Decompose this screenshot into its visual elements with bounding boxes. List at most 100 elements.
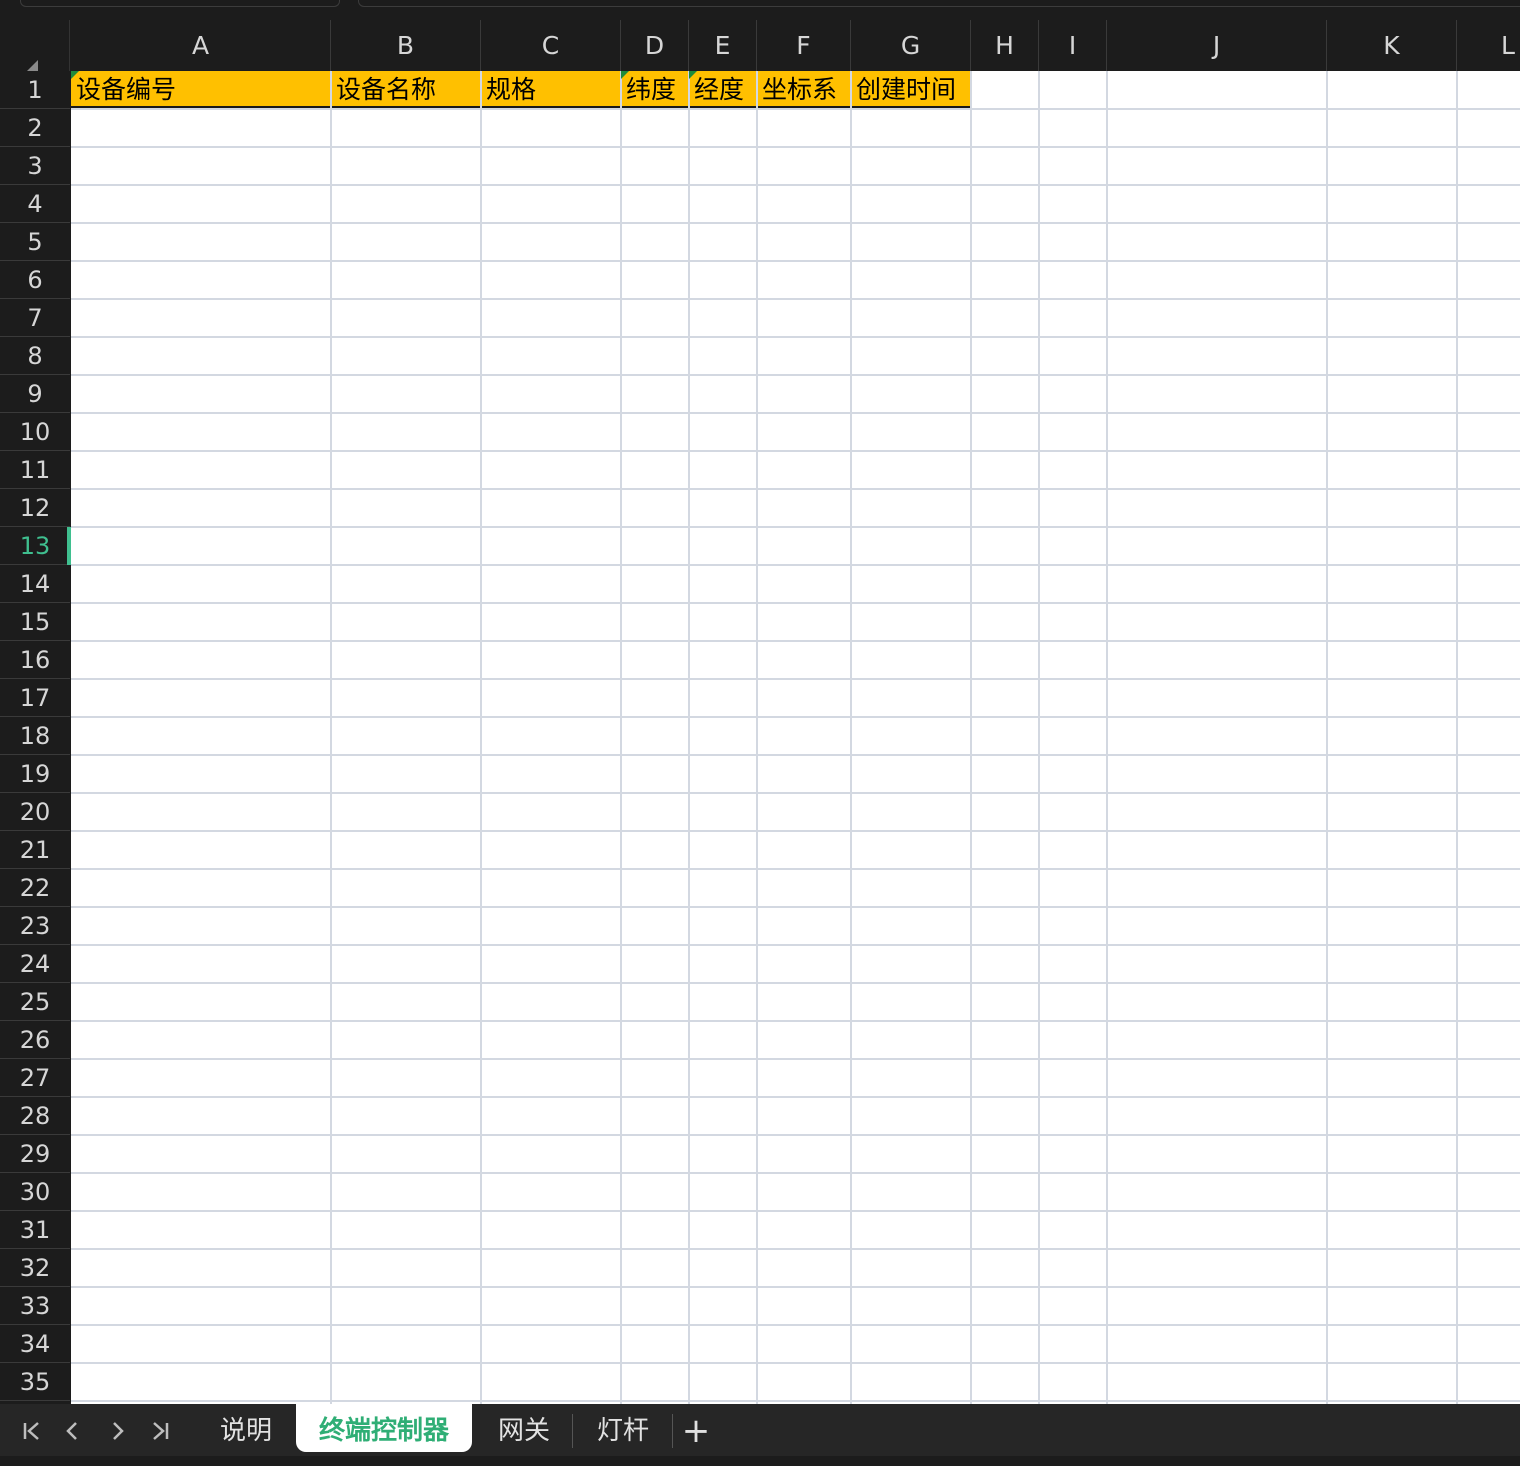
row-header-1[interactable]: 1	[0, 71, 70, 109]
row-header-32[interactable]: 32	[0, 1249, 70, 1287]
formula-bar[interactable]	[358, 0, 1520, 7]
column-gridline	[756, 71, 758, 1404]
row-header-29[interactable]: 29	[0, 1135, 70, 1173]
row-header-8[interactable]: 8	[0, 337, 70, 375]
row-header-10[interactable]: 10	[0, 413, 70, 451]
row-header-13[interactable]: 13	[0, 527, 70, 565]
column-header-h[interactable]: H	[971, 20, 1039, 71]
plus-icon: +	[681, 1411, 711, 1451]
row-header-6[interactable]: 6	[0, 261, 70, 299]
row-gridline	[71, 906, 1520, 908]
sheet-tab-bar: 说明 终端控制器 网关 灯杆 +	[0, 1404, 1520, 1458]
top-toolbar-strip	[0, 0, 1520, 20]
column-gridline	[688, 71, 690, 1404]
row-gridline	[71, 830, 1520, 832]
row-header-24[interactable]: 24	[0, 945, 70, 983]
header-cell-b[interactable]: 设备名称	[331, 71, 481, 108]
row-gridline	[71, 1362, 1520, 1364]
row-header-28[interactable]: 28	[0, 1097, 70, 1135]
header-cell-e[interactable]: 经度	[689, 71, 757, 108]
column-header-l[interactable]: L	[1457, 20, 1520, 71]
header-cell-a[interactable]: 设备编号	[71, 71, 331, 108]
row-gridline	[71, 1096, 1520, 1098]
row-gridline	[71, 868, 1520, 870]
column-header-b[interactable]: B	[331, 20, 481, 71]
column-header-d[interactable]: D	[621, 20, 689, 71]
tab-sheet-denggan[interactable]: 灯杆	[574, 1404, 672, 1452]
row-gridline	[71, 108, 1520, 110]
add-sheet-button[interactable]: +	[678, 1404, 714, 1458]
row-gridline	[71, 298, 1520, 300]
row-gridline	[71, 488, 1520, 490]
row-header-19[interactable]: 19	[0, 755, 70, 793]
row-header-3[interactable]: 3	[0, 147, 70, 185]
row-header-17[interactable]: 17	[0, 679, 70, 717]
select-all-corner[interactable]	[0, 20, 70, 72]
row-header-31[interactable]: 31	[0, 1211, 70, 1249]
row-header-5[interactable]: 5	[0, 223, 70, 261]
column-gridline	[850, 71, 852, 1404]
next-sheet-button[interactable]	[98, 1404, 138, 1458]
column-gridline	[970, 71, 972, 1404]
column-header-c[interactable]: C	[481, 20, 621, 71]
header-cell-d[interactable]: 纬度	[621, 71, 689, 108]
row-header-12[interactable]: 12	[0, 489, 70, 527]
column-header-k[interactable]: K	[1327, 20, 1457, 71]
header-cell-g[interactable]: 创建时间	[851, 71, 971, 108]
tab-sheet-zhongduan-kongzhiqi[interactable]: 终端控制器	[296, 1404, 472, 1452]
tab-sheet-shuoming[interactable]: 说明	[196, 1404, 296, 1452]
chevron-right-icon	[113, 1422, 124, 1440]
cell-comment-marker	[621, 71, 629, 79]
row-gridline	[71, 1210, 1520, 1212]
tab-separator	[672, 1414, 673, 1448]
row-header-27[interactable]: 27	[0, 1059, 70, 1097]
row-header-7[interactable]: 7	[0, 299, 70, 337]
row-header-26[interactable]: 26	[0, 1021, 70, 1059]
row-header-2[interactable]: 2	[0, 109, 70, 147]
column-gridline	[620, 71, 622, 1404]
row-header-35[interactable]: 35	[0, 1363, 70, 1401]
header-cell-c[interactable]: 规格	[481, 71, 621, 108]
last-sheet-button[interactable]	[140, 1404, 180, 1458]
row-header-23[interactable]: 23	[0, 907, 70, 945]
column-gridline	[1326, 71, 1328, 1404]
row-header-4[interactable]: 4	[0, 185, 70, 223]
first-sheet-button[interactable]	[12, 1404, 52, 1458]
row-header-16[interactable]: 16	[0, 641, 70, 679]
column-header-e[interactable]: E	[689, 20, 757, 71]
prev-sheet-button[interactable]	[52, 1404, 92, 1458]
row-gridline	[71, 564, 1520, 566]
row-gridline	[71, 982, 1520, 984]
cell-grid[interactable]: 设备编号 设备名称 规格 纬度 经度 坐标系 创建时间	[71, 71, 1520, 1404]
name-box[interactable]	[20, 0, 340, 7]
row-gridline	[71, 640, 1520, 642]
row-header-21[interactable]: 21	[0, 831, 70, 869]
row-gridline	[71, 374, 1520, 376]
tab-separator	[572, 1414, 573, 1448]
row-header-11[interactable]: 11	[0, 451, 70, 489]
column-header-i[interactable]: I	[1039, 20, 1107, 71]
row-header-25[interactable]: 25	[0, 983, 70, 1021]
column-gridline	[480, 71, 482, 1404]
row-gridline	[71, 602, 1520, 604]
column-header-a[interactable]: A	[71, 20, 331, 71]
row-gridline	[71, 1134, 1520, 1136]
column-header-g[interactable]: G	[851, 20, 971, 71]
row-gridline	[71, 450, 1520, 452]
row-header-22[interactable]: 22	[0, 869, 70, 907]
row-header-14[interactable]: 14	[0, 565, 70, 603]
row-header-9[interactable]: 9	[0, 375, 70, 413]
first-sheet-icon	[23, 1422, 39, 1440]
row-header-18[interactable]: 18	[0, 717, 70, 755]
tab-sheet-wangguan[interactable]: 网关	[476, 1404, 572, 1452]
row-header-30[interactable]: 30	[0, 1173, 70, 1211]
row-gridline	[71, 526, 1520, 528]
row-header-20[interactable]: 20	[0, 793, 70, 831]
row-header-15[interactable]: 15	[0, 603, 70, 641]
column-header-j[interactable]: J	[1107, 20, 1327, 71]
row-header-33[interactable]: 33	[0, 1287, 70, 1325]
column-gridline	[1038, 71, 1040, 1404]
header-cell-f[interactable]: 坐标系	[757, 71, 851, 108]
row-header-34[interactable]: 34	[0, 1325, 70, 1363]
column-header-f[interactable]: F	[757, 20, 851, 71]
